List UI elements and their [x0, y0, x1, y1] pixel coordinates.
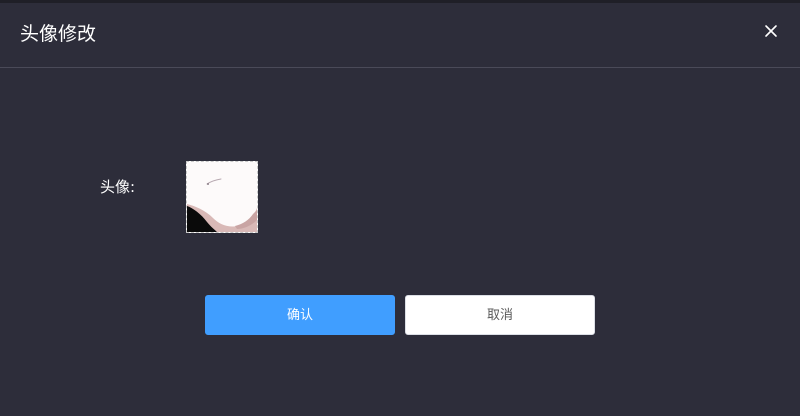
dialog-header: 头像修改	[0, 3, 800, 68]
confirm-button[interactable]: 确认	[205, 295, 395, 335]
close-icon[interactable]	[762, 22, 780, 40]
dialog-title: 头像修改	[20, 23, 97, 45]
avatar-edit-dialog: 头像修改 头像: 确认 取消	[0, 0, 800, 416]
avatar-image	[187, 162, 257, 232]
avatar-upload[interactable]	[186, 161, 258, 233]
avatar-label: 头像:	[100, 178, 136, 196]
cancel-button[interactable]: 取消	[405, 295, 595, 335]
